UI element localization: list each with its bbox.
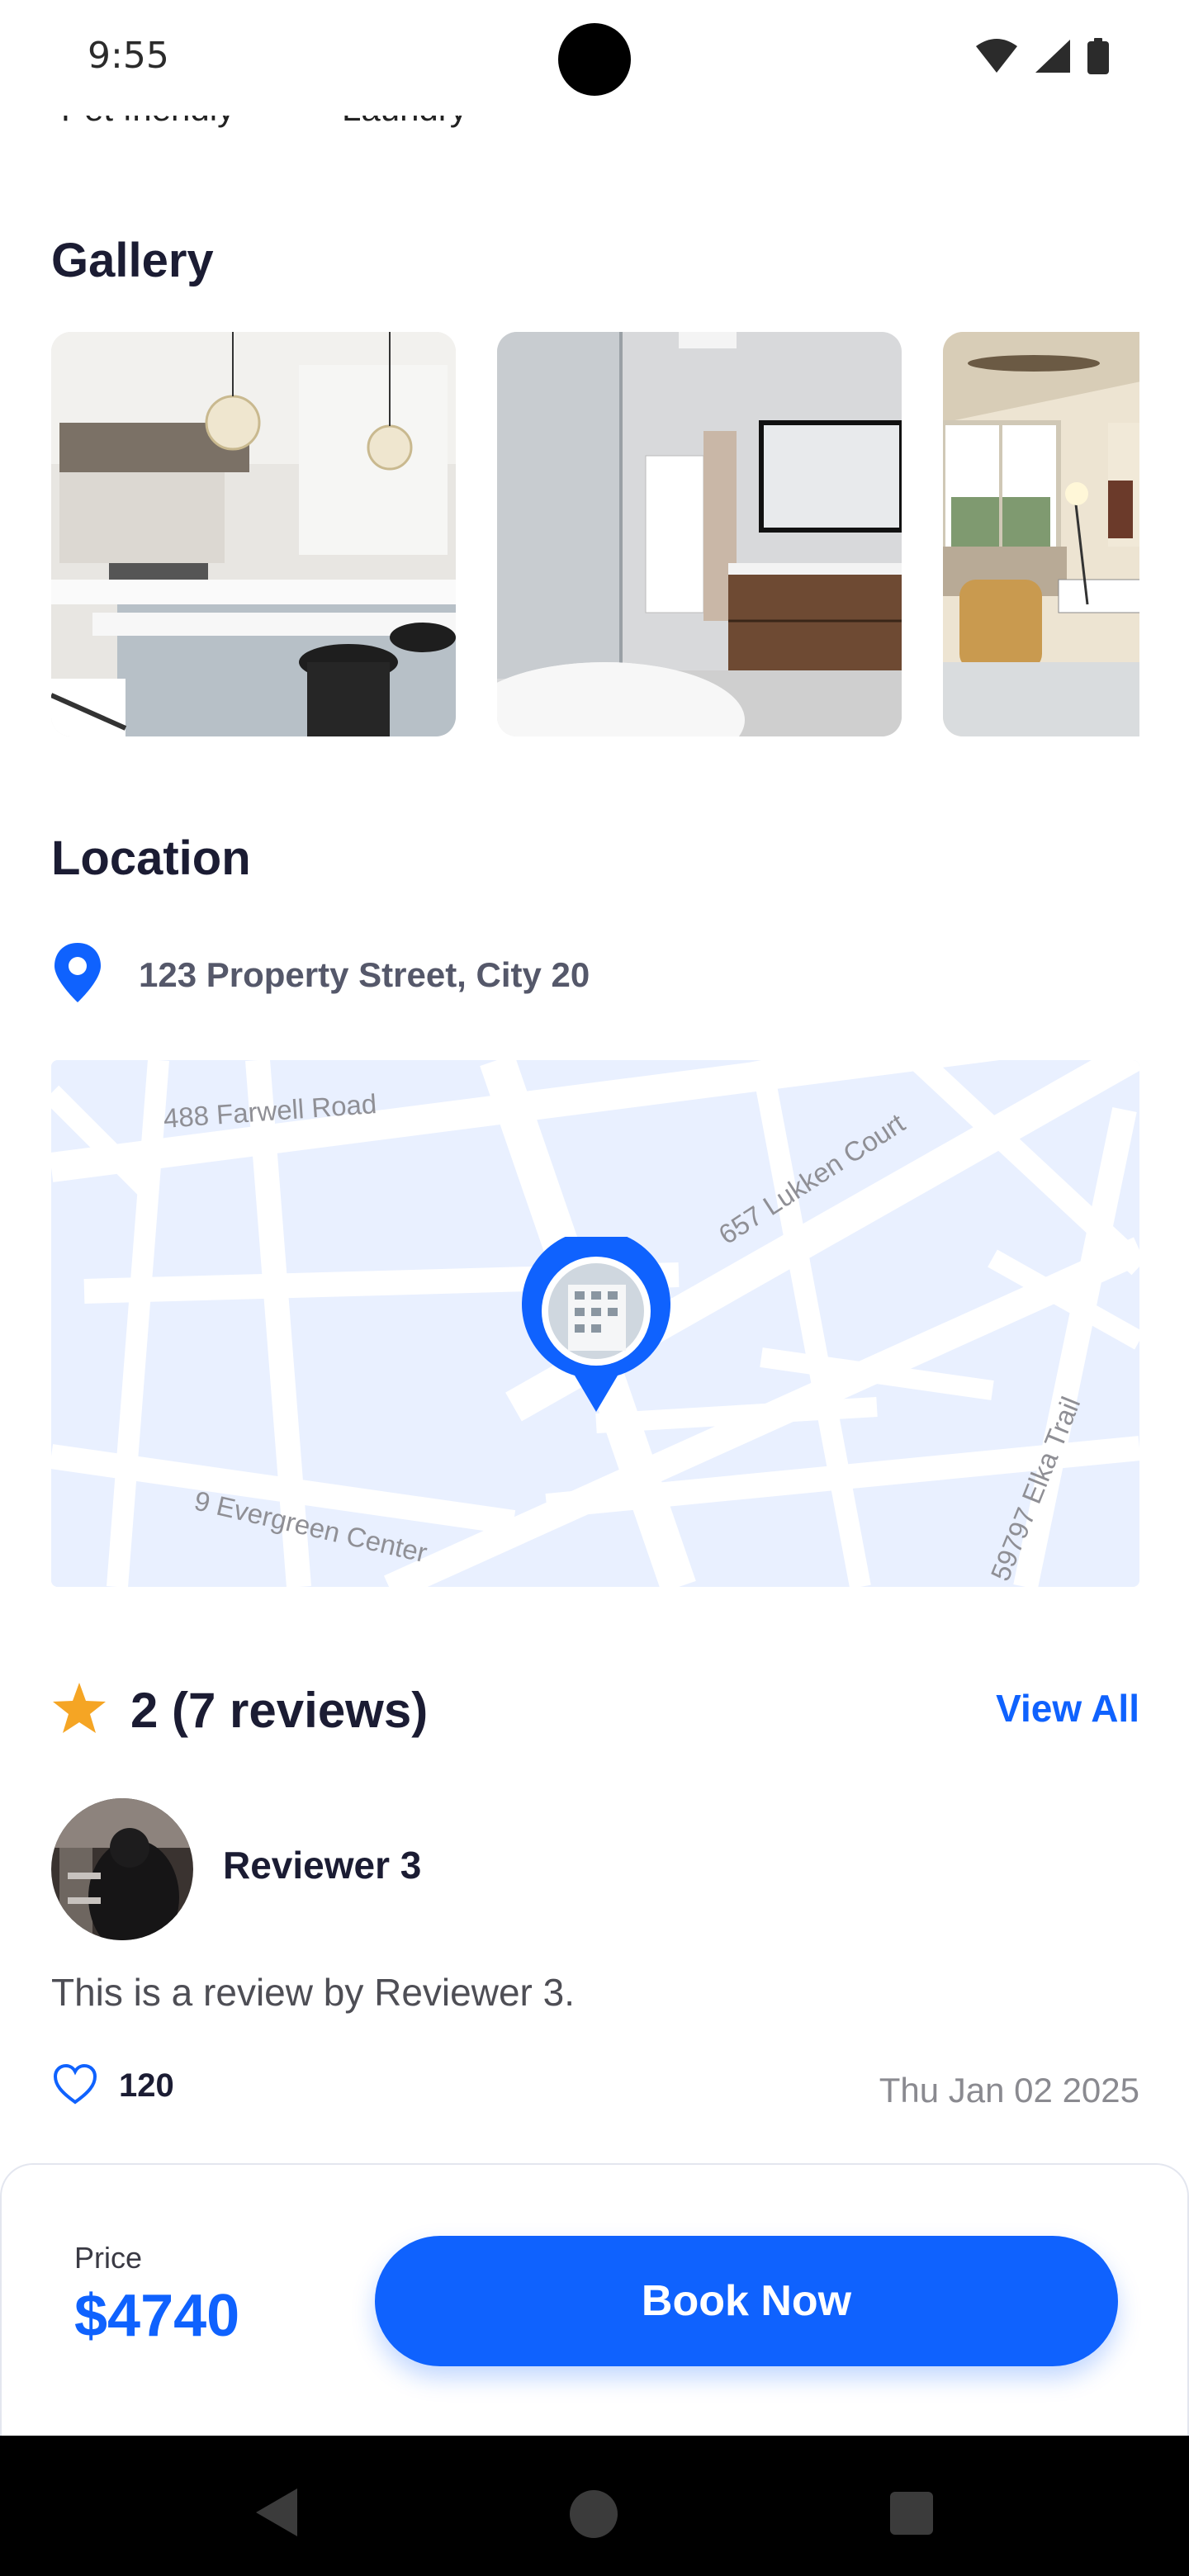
price-value: $4740 [74,2283,240,2349]
like-count: 120 [119,2067,174,2104]
price-label: Price [74,2241,143,2275]
gallery-title: Gallery [51,234,214,287]
review-text: This is a review by Reviewer 3. [51,1971,575,2014]
view-all-reviews-link[interactable]: View All [996,1686,1139,1731]
system-navigation-bar [0,2436,1189,2576]
book-now-button[interactable]: Book Now [375,2236,1118,2366]
location-title: Location [51,831,251,885]
heart-icon[interactable] [51,2061,99,2111]
location-pin-icon [51,941,104,1008]
gallery-image-kitchen[interactable] [51,332,456,736]
cellular-signal-icon [1034,38,1072,78]
reviewer-avatar [51,1798,193,1940]
recents-icon[interactable] [890,2492,933,2535]
star-icon [51,1681,107,1740]
location-address: 123 Property Street, City 20 [139,954,590,994]
camera-cutout [558,23,631,96]
rating-text: 2 (7 reviews) [130,1683,429,1738]
booking-bar: Price $4740 Book Now [0,2163,1189,2436]
review-like-row: 120 [51,2061,174,2111]
back-icon[interactable] [253,2487,299,2542]
status-bar: 9:55 [0,0,1189,116]
rating-summary: 2 (7 reviews) [51,1681,428,1740]
gallery-carousel[interactable] [51,332,1139,738]
gallery-image-bathroom[interactable] [497,332,902,736]
reviewer-name: Reviewer 3 [223,1844,422,1887]
status-icons [974,38,1110,78]
review-date: Thu Jan 02 2025 [879,2071,1139,2110]
gallery-image-living-room[interactable] [943,332,1139,736]
location-address-row: 123 Property Street, City 20 [51,941,590,1008]
status-time: 9:55 [88,35,169,77]
map-property-marker[interactable] [520,1237,672,1413]
wifi-icon [974,38,1019,78]
battery-icon [1087,38,1110,78]
home-icon[interactable] [570,2490,618,2538]
location-map[interactable]: 488 Farwell Road 657 Lukken Court 9 Ever… [51,1060,1139,1587]
